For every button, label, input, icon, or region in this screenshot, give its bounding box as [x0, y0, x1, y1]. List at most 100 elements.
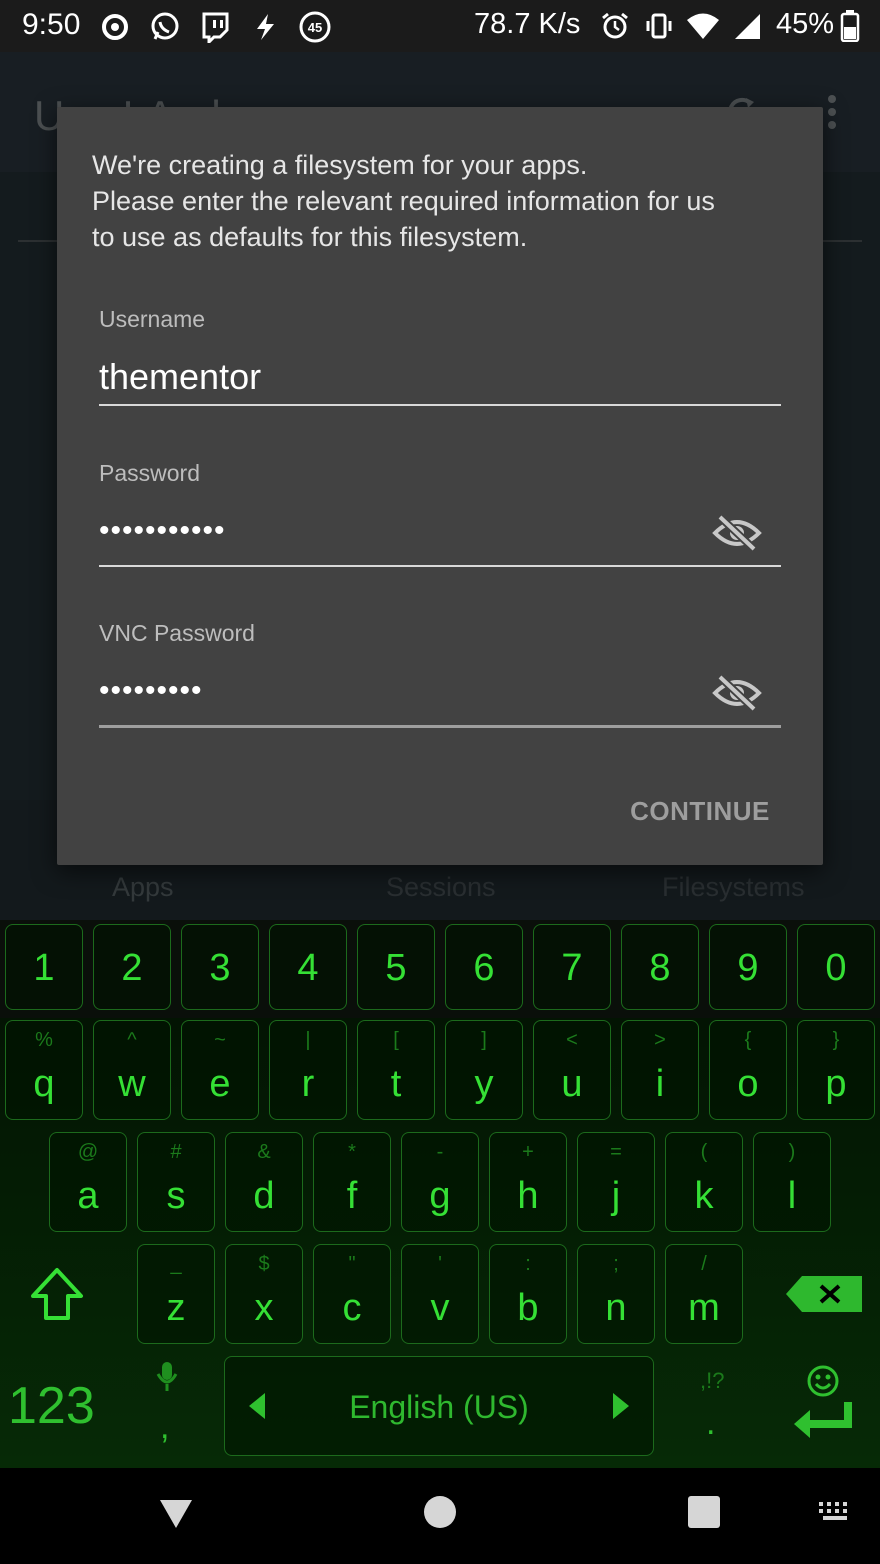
- key-l[interactable]: ) l: [753, 1132, 831, 1232]
- key-alt-label: %: [35, 1029, 53, 1051]
- key-1[interactable]: 1: [5, 924, 83, 1010]
- vnc-password-visibility-toggle-icon[interactable]: [711, 673, 763, 713]
- key-4[interactable]: 4: [269, 924, 347, 1010]
- key-o[interactable]: {o: [709, 1020, 787, 1120]
- key-alt-label: <: [566, 1029, 578, 1051]
- vnc-password-underline: [99, 725, 781, 728]
- key-label: 1: [33, 947, 55, 989]
- key-r[interactable]: | r: [269, 1020, 347, 1120]
- key-w[interactable]: ^ w: [93, 1020, 171, 1120]
- key-g[interactable]: -g: [401, 1132, 479, 1232]
- comma-key[interactable]: ,: [160, 1408, 169, 1447]
- period-key[interactable]: .: [706, 1404, 715, 1443]
- key-label: n: [605, 1287, 627, 1329]
- key-u[interactable]: < u: [533, 1020, 611, 1120]
- key-alt-label: /: [701, 1253, 707, 1275]
- key-d[interactable]: & d: [225, 1132, 303, 1232]
- dialog-message: We're creating a filesystem for your app…: [92, 147, 802, 255]
- key-0[interactable]: 0: [797, 924, 875, 1010]
- alarm-icon: [598, 9, 632, 43]
- key-alt-label: (: [700, 1141, 708, 1163]
- key-b[interactable]: :b: [489, 1244, 567, 1344]
- backspace-key-icon[interactable]: [784, 1274, 864, 1319]
- password-field[interactable]: •••••••••••: [99, 514, 226, 548]
- key-label: h: [517, 1175, 539, 1217]
- key-label: x: [254, 1287, 274, 1329]
- battery-icon: [840, 10, 860, 47]
- key-k[interactable]: (k: [665, 1132, 743, 1232]
- key-z[interactable]: _ z: [137, 1244, 215, 1344]
- nav-back-icon[interactable]: [158, 1498, 194, 1535]
- emoji-icon[interactable]: [806, 1364, 840, 1403]
- keyboard: 1 2 3 4 5 6 7 8 9 0% q ^ w ~ e | r[t] y < u > i{o} p @ a # s & d * f - g…: [0, 920, 880, 1468]
- username-field[interactable]: thementor: [99, 356, 261, 398]
- key-alt-label: :: [525, 1253, 531, 1275]
- key-label: f: [346, 1175, 358, 1217]
- key-s[interactable]: # s: [137, 1132, 215, 1232]
- key-5[interactable]: 5: [357, 924, 435, 1010]
- key-alt-label: #: [170, 1141, 182, 1163]
- key-label: l: [787, 1175, 797, 1217]
- spacebar-key[interactable]: English (US): [224, 1356, 654, 1456]
- key-p[interactable]: } p: [797, 1020, 875, 1120]
- opera-icon: [98, 10, 132, 44]
- vnc-password-label: VNC Password: [99, 620, 255, 646]
- enter-key-icon[interactable]: [790, 1400, 856, 1445]
- key-alt-label: ~: [214, 1029, 226, 1051]
- mic-icon[interactable]: [156, 1360, 178, 1397]
- password-visibility-toggle-icon[interactable]: [711, 513, 763, 553]
- symbols-key[interactable]: 123: [8, 1376, 95, 1436]
- key-8[interactable]: 8: [621, 924, 699, 1010]
- vnc-password-field[interactable]: •••••••••: [99, 674, 203, 708]
- key-v[interactable]: ' v: [401, 1244, 479, 1344]
- dialog-message-line: to use as defaults for this filesystem.: [92, 222, 528, 252]
- key-alt-label: -: [436, 1141, 444, 1163]
- key-i[interactable]: > i: [621, 1020, 699, 1120]
- key-x[interactable]: $ x: [225, 1244, 303, 1344]
- key-6[interactable]: 6: [445, 924, 523, 1010]
- key-9[interactable]: 9: [709, 924, 787, 1010]
- key-2[interactable]: 2: [93, 924, 171, 1010]
- key-label: 0: [825, 947, 847, 989]
- key-c[interactable]: " c: [313, 1244, 391, 1344]
- continue-button[interactable]: CONTINUE: [605, 787, 795, 835]
- nav-recents-icon[interactable]: [688, 1496, 720, 1528]
- keyboard-switch-icon[interactable]: [818, 1500, 852, 1529]
- key-label: d: [253, 1175, 275, 1217]
- key-t[interactable]: [t: [357, 1020, 435, 1120]
- network-speed: 78.7 K/s: [474, 8, 581, 40]
- key-h[interactable]: + h: [489, 1132, 567, 1232]
- key-y[interactable]: ] y: [445, 1020, 523, 1120]
- key-j[interactable]: = j: [577, 1132, 655, 1232]
- key-alt-label: ): [788, 1141, 796, 1163]
- key-label: c: [342, 1287, 362, 1329]
- key-7[interactable]: 7: [533, 924, 611, 1010]
- key-label: 4: [297, 947, 319, 989]
- key-label: k: [694, 1175, 714, 1217]
- key-e[interactable]: ~ e: [181, 1020, 259, 1120]
- key-q[interactable]: % q: [5, 1020, 83, 1120]
- key-label: 8: [649, 947, 671, 989]
- key-a[interactable]: @ a: [49, 1132, 127, 1232]
- key-alt-label: {: [744, 1029, 752, 1051]
- key-m[interactable]: / m: [665, 1244, 743, 1344]
- key-alt-label: =: [610, 1141, 622, 1163]
- key-3[interactable]: 3: [181, 924, 259, 1010]
- key-label: i: [655, 1063, 665, 1105]
- password-underline: [99, 565, 781, 567]
- spacebar-language-label: English (US): [349, 1389, 529, 1425]
- key-alt-label: }: [832, 1029, 840, 1051]
- key-label: t: [390, 1063, 402, 1105]
- nav-home-icon[interactable]: [424, 1496, 456, 1528]
- key-label: j: [611, 1175, 621, 1217]
- key-f[interactable]: * f: [313, 1132, 391, 1232]
- wifi-icon: [686, 9, 720, 43]
- key-label: q: [33, 1063, 55, 1105]
- key-label: r: [301, 1063, 315, 1105]
- key-label: 2: [121, 947, 143, 989]
- dialog-message-line: We're creating a filesystem for your app…: [92, 150, 588, 180]
- shift-key-icon[interactable]: [28, 1266, 86, 1327]
- key-alt-label: |: [305, 1029, 311, 1051]
- navigation-bar: [0, 1468, 880, 1564]
- key-n[interactable]: ; n: [577, 1244, 655, 1344]
